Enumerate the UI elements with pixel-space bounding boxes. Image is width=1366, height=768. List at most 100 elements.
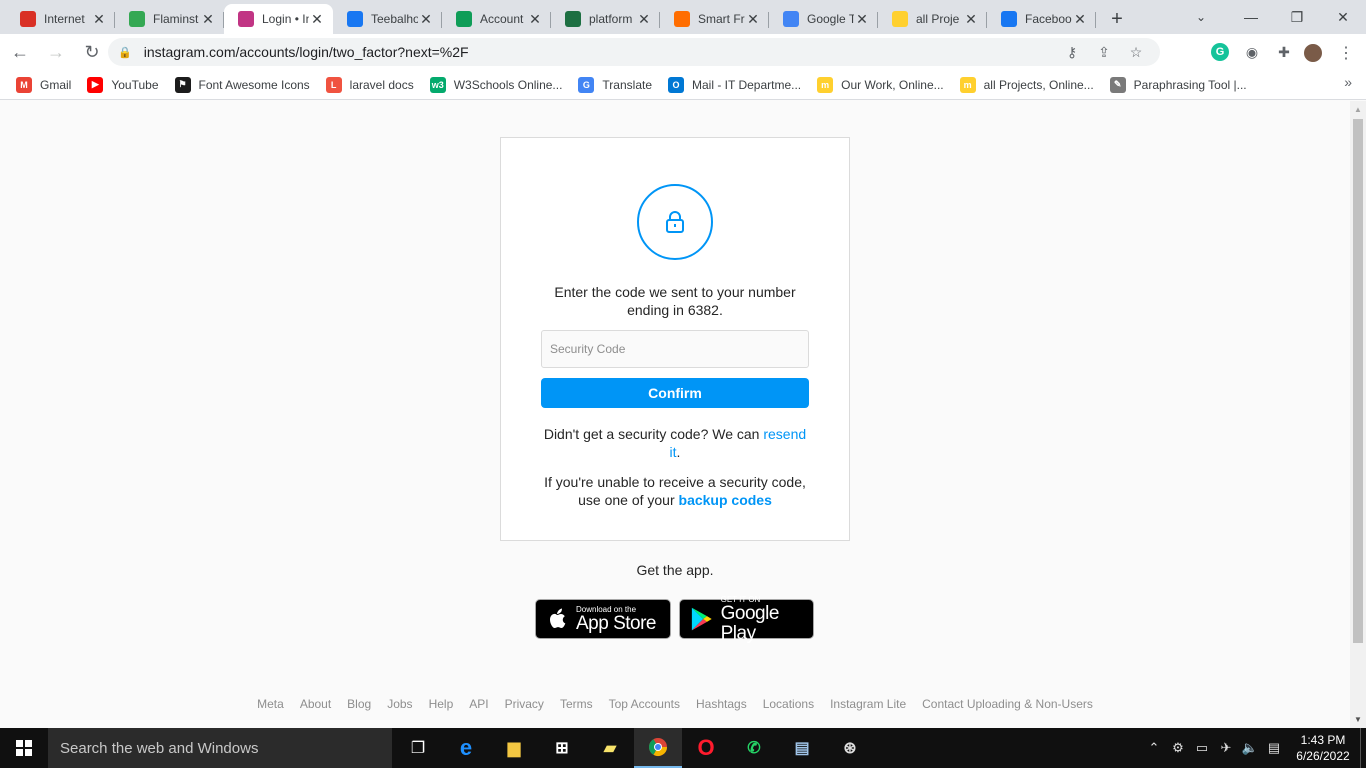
tab-close-icon[interactable]: ✕ (309, 11, 325, 28)
footer-link[interactable]: Locations (763, 697, 814, 711)
extension-icon[interactable]: ◉ (1236, 36, 1268, 68)
bookmark-item[interactable]: m all Projects, Online... (952, 72, 1102, 98)
browser-tab[interactable]: platform ✕ (551, 4, 660, 34)
apple-icon (550, 608, 566, 628)
footer-link[interactable]: Meta (257, 697, 284, 711)
browser-tab[interactable]: Login • Instagram✕ (224, 4, 333, 34)
grammarly-icon[interactable]: G (1211, 43, 1229, 61)
address-bar[interactable]: 🔒 instagram.com/accounts/login/two_facto… (108, 38, 1160, 66)
new-tab-button[interactable]: + (1102, 4, 1132, 34)
start-button[interactable] (0, 728, 48, 768)
google-play-icon (691, 607, 712, 631)
page-scrollbar[interactable]: ▲ ▼ (1350, 101, 1366, 728)
close-window-button[interactable]: ✕ (1320, 0, 1366, 34)
bookmark-star-icon[interactable]: ☆ (1120, 44, 1152, 61)
store-icon[interactable]: ⊞ (538, 728, 586, 768)
browser-tab[interactable]: Flaminst ✕ (115, 4, 224, 34)
restore-button[interactable]: ❐ (1274, 0, 1320, 34)
reload-button[interactable]: ↻ (76, 36, 108, 68)
edge-icon[interactable]: e (442, 728, 490, 768)
bookmark-item[interactable]: m Our Work, Online... (809, 72, 951, 98)
bookmark-item[interactable]: ▶ YouTube (79, 72, 166, 98)
footer-link[interactable]: Terms (560, 697, 593, 711)
browser-tab[interactable]: Account ✕ (442, 4, 551, 34)
tab-close-icon[interactable]: ✕ (1072, 11, 1088, 28)
show-desktop-button[interactable] (1360, 728, 1366, 768)
bookmark-item[interactable]: G Translate (570, 72, 660, 98)
opera-icon[interactable]: O (682, 728, 730, 768)
backup-codes-link[interactable]: backup codes (679, 492, 772, 508)
chrome-icon[interactable] (634, 728, 682, 768)
footer-link[interactable]: Instagram Lite (830, 697, 906, 711)
browser-tab[interactable]: Smart Fr ✕ (660, 4, 769, 34)
translate-icon (783, 11, 799, 27)
puzzle-icon[interactable]: ✚ (1268, 36, 1300, 68)
tab-close-icon[interactable]: ✕ (91, 11, 107, 28)
browser-tab[interactable]: Google T ✕ (769, 4, 878, 34)
footer-link[interactable]: Help (429, 697, 454, 711)
bookmark-favicon-icon: m (817, 76, 834, 93)
minimize-button[interactable]: — (1228, 0, 1274, 34)
profile-avatar[interactable] (1302, 42, 1324, 64)
bookmark-label: Paraphrasing Tool |... (1133, 77, 1247, 92)
footer-link[interactable]: Privacy (505, 697, 544, 711)
browser-tab[interactable]: Teebalhoo✕ (333, 4, 442, 34)
bookmark-favicon-icon: m (959, 76, 976, 93)
lock-icon (637, 184, 713, 260)
bookmark-item[interactable]: ⚑ Font Awesome Icons (167, 72, 318, 98)
bookmarks-overflow-icon[interactable]: » (1344, 74, 1352, 90)
control-panel-icon[interactable]: ▤ (778, 728, 826, 768)
whatsapp-icon[interactable]: ✆ (730, 728, 778, 768)
forward-button[interactable]: → (40, 36, 72, 68)
footer-link[interactable]: Blog (347, 697, 371, 711)
file-explorer-icon[interactable]: ▆ (490, 728, 538, 768)
bookmark-item[interactable]: M Gmail (8, 72, 79, 98)
tab-close-icon[interactable]: ✕ (854, 11, 870, 28)
security-code-input[interactable] (541, 330, 809, 368)
volume-icon[interactable]: 🔈 (1238, 740, 1262, 756)
tab-close-icon[interactable]: ✕ (418, 11, 434, 28)
tray-chevron-icon[interactable]: ⌃ (1142, 740, 1166, 756)
bookmark-label: Font Awesome Icons (198, 77, 310, 92)
scroll-down-icon[interactable]: ▼ (1354, 715, 1362, 724)
footer-link[interactable]: Top Accounts (609, 697, 680, 711)
browser-tab[interactable]: all Proje ✕ (878, 4, 987, 34)
tab-search-chevron-icon[interactable]: ⌄ (1186, 0, 1216, 34)
google-play-badge[interactable]: GET IT ON Google Play (679, 595, 814, 643)
footer-link[interactable]: About (300, 697, 331, 711)
airplane-icon[interactable]: ✈ (1214, 740, 1238, 756)
key-icon[interactable]: ⚷ (1056, 44, 1088, 61)
resend-prompt: Didn't get a security code? We can (543, 426, 760, 442)
clock[interactable]: 1:43 PM 6/26/2022 (1286, 732, 1360, 764)
notifications-icon[interactable]: ▤ (1262, 740, 1286, 756)
footer-link[interactable]: Hashtags (696, 697, 747, 711)
two-factor-card: Enter the code we sent to your number en… (500, 137, 850, 541)
bookmark-item[interactable]: Llaravel docs (318, 72, 422, 98)
confirm-button[interactable]: Confirm (541, 378, 809, 408)
tab-close-icon[interactable]: ✕ (963, 11, 979, 28)
footer-link[interactable]: API (469, 697, 488, 711)
taskbar-search[interactable]: Search the web and Windows (48, 728, 392, 768)
share-icon[interactable]: ⇪ (1088, 44, 1120, 61)
sticky-notes-icon[interactable]: ▰ (586, 728, 634, 768)
bookmark-item[interactable]: w3 W3Schools Online... (422, 72, 571, 98)
task-view-icon[interactable]: ❐ (394, 728, 442, 768)
tab-close-icon[interactable]: ✕ (636, 11, 652, 28)
scroll-up-icon[interactable]: ▲ (1354, 105, 1362, 114)
footer-link[interactable]: Contact Uploading & Non-Users (922, 697, 1093, 711)
browser-tab[interactable]: Faceboo ✕ (987, 4, 1096, 34)
back-button[interactable]: ← (4, 36, 36, 68)
app-store-badge[interactable]: Download on the App Store (535, 599, 671, 639)
tab-close-icon[interactable]: ✕ (527, 11, 543, 28)
battery-icon[interactable]: ▭ (1190, 740, 1214, 756)
browser-tab[interactable]: Internet ✕ (6, 4, 115, 34)
network-icon[interactable]: ⚙ (1166, 740, 1190, 756)
network-app-icon[interactable]: ⊛ (826, 728, 874, 768)
tab-close-icon[interactable]: ✕ (200, 11, 216, 28)
scrollbar-thumb[interactable] (1353, 119, 1363, 643)
tab-close-icon[interactable]: ✕ (745, 11, 761, 28)
footer-link[interactable]: Jobs (387, 697, 412, 711)
browser-menu-icon[interactable]: ⋮ (1336, 40, 1356, 66)
bookmark-item[interactable]: ✎ Paraphrasing Tool |... (1102, 72, 1255, 98)
bookmark-item[interactable]: O Mail - IT Departme... (660, 72, 809, 98)
